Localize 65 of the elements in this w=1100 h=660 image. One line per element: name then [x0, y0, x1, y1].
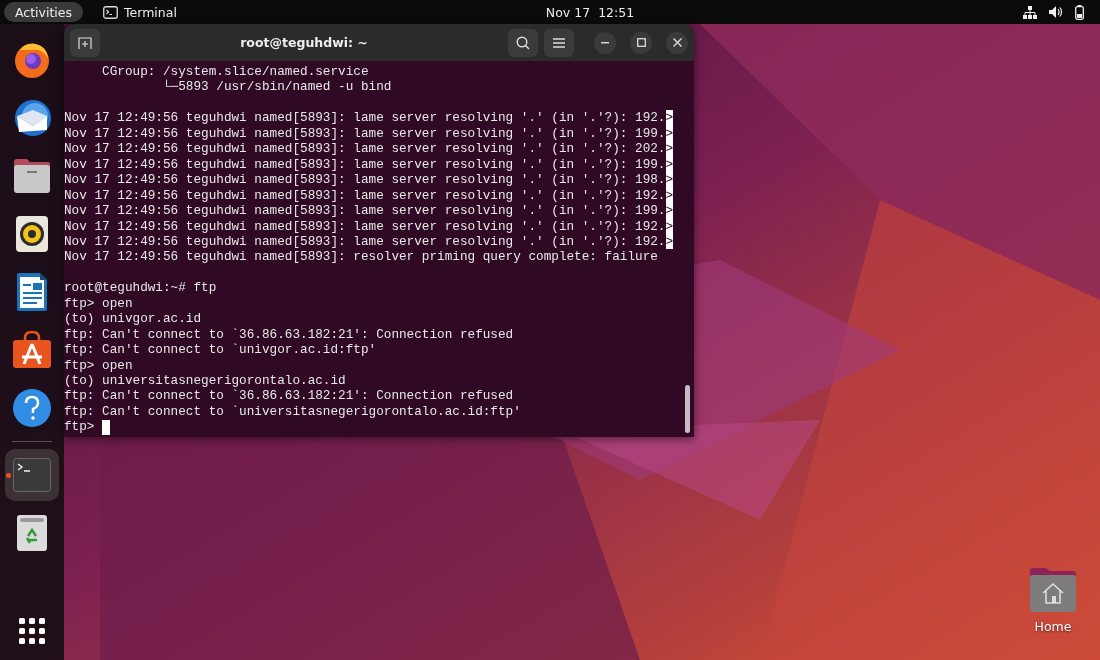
terminal-line: Nov 17 12:49:56 teguhdwi named[5893]: lame server resolving '.' (in '.'?): 202. — [64, 141, 666, 157]
overflow-marker: > — [665, 125, 674, 142]
maximize-button[interactable] — [630, 31, 652, 54]
terminal-line: ftp: Can't connect to `univgor.ac.id:ftp' — [64, 342, 377, 358]
overflow-marker: > — [665, 141, 674, 157]
home-folder-icon[interactable] — [1028, 567, 1078, 613]
desktop-icon-label[interactable]: Home — [1034, 619, 1072, 634]
minimize-button[interactable] — [594, 31, 616, 54]
overflow-marker: > — [665, 203, 674, 219]
terminal-line: Nov 17 12:49:56 teguhdwi named[5893]: lame server resolving '.' (in '.'?): 199. — [64, 156, 666, 173]
menu-button[interactable] — [544, 28, 574, 57]
time-label[interactable]: 12:51 — [598, 4, 635, 20]
terminal-line: ftp> — [64, 419, 96, 435]
terminal-line: ftp> open — [64, 295, 133, 312]
search-button[interactable] — [508, 28, 538, 57]
new-tab-button[interactable] — [70, 28, 100, 57]
terminal-line: ftp: Can't connect to `36.86.63.182:21': Connection refused — [64, 326, 514, 343]
date-label[interactable]: Nov 17 — [545, 4, 591, 20]
overflow-marker: > — [665, 172, 674, 188]
terminal-icon — [13, 458, 51, 492]
grid-icon — [19, 618, 45, 644]
terminal-line: └─5893 /usr/sbin/named -u bind — [161, 79, 392, 95]
terminal-line: Nov 17 12:49:56 teguhdwi named[5893]: lame server resolving '.' (in '.'?): 199. — [64, 125, 666, 142]
battery-icon[interactable] — [1075, 4, 1084, 20]
terminal-line: (to) univgor.ac.id — [64, 311, 202, 327]
trash-icon — [16, 514, 48, 552]
terminal-line: ftp> open — [64, 357, 133, 374]
help-icon — [12, 388, 52, 428]
network-icon[interactable] — [1023, 5, 1037, 19]
terminal-line: Nov 17 12:49:56 teguhdwi named[5893]: lame server resolving '.' (in '.'?): 198. — [64, 172, 666, 188]
overflow-marker: > — [665, 156, 674, 173]
overflow-marker: > — [665, 218, 674, 234]
terminal-line: Nov 17 12:49:56 teguhdwi named[5893]: resolver priming query complete: failure — [64, 249, 658, 265]
terminal-line: ftp: Can't connect to `universitasnegerigorontalo.ac.id:ftp' — [64, 403, 521, 420]
terminal-line: Nov 17 12:49:56 teguhdwi named[5893]: lame server resolving '.' (in '.'?): 192. — [64, 218, 666, 234]
terminal-line: ftp: Can't connect to `36.86.63.182:21': Connection refused — [64, 388, 514, 404]
terminal-line: Nov 17 12:49:56 teguhdwi named[5893]: lame server resolving '.' (in '.'?): 192. — [64, 233, 666, 250]
overflow-marker: > — [665, 233, 674, 250]
menu-icon — [553, 37, 565, 48]
window-title: root@teguhdwi: ~ — [239, 35, 369, 50]
activities-button[interactable]: Activities — [4, 2, 84, 22]
shopping-bag-icon — [12, 331, 52, 369]
minimize-icon — [601, 41, 609, 44]
terminal-line: CGroup: /system.slice/named.service — [101, 64, 369, 79]
app-grid-button[interactable] — [19, 618, 45, 644]
scrollbar-thumb[interactable] — [685, 385, 690, 433]
volume-icon[interactable] — [1049, 6, 1063, 18]
close-icon — [672, 38, 682, 47]
overflow-marker: > — [665, 110, 674, 126]
search-icon — [516, 35, 530, 50]
terminal-line: Nov 17 12:49:56 teguhdwi named[5893]: lame server resolving '.' (in '.'?): 192. — [64, 187, 666, 204]
speaker-icon — [15, 215, 49, 253]
maximize-icon — [636, 38, 646, 47]
running-indicator — [6, 473, 11, 478]
new-tab-icon — [78, 36, 92, 49]
terminal-line: root@teguhdwi:~# ftp — [64, 279, 217, 296]
overflow-marker: > — [665, 187, 674, 204]
terminal-icon — [103, 5, 119, 19]
terminal-line: (to) universitasnegerigorontalo.ac.id — [64, 373, 346, 389]
terminal-line: Nov 17 12:49:56 teguhdwi named[5893]: lame server resolving '.' (in '.'?): 192. — [64, 109, 666, 126]
document-icon — [16, 272, 48, 312]
folder-icon — [12, 158, 52, 194]
terminal-line: Nov 17 12:49:56 teguhdwi named[5893]: lame server resolving '.' (in '.'?): 199. — [64, 203, 666, 219]
close-button[interactable] — [666, 31, 688, 54]
app-menu[interactable]: Terminal — [97, 3, 183, 21]
